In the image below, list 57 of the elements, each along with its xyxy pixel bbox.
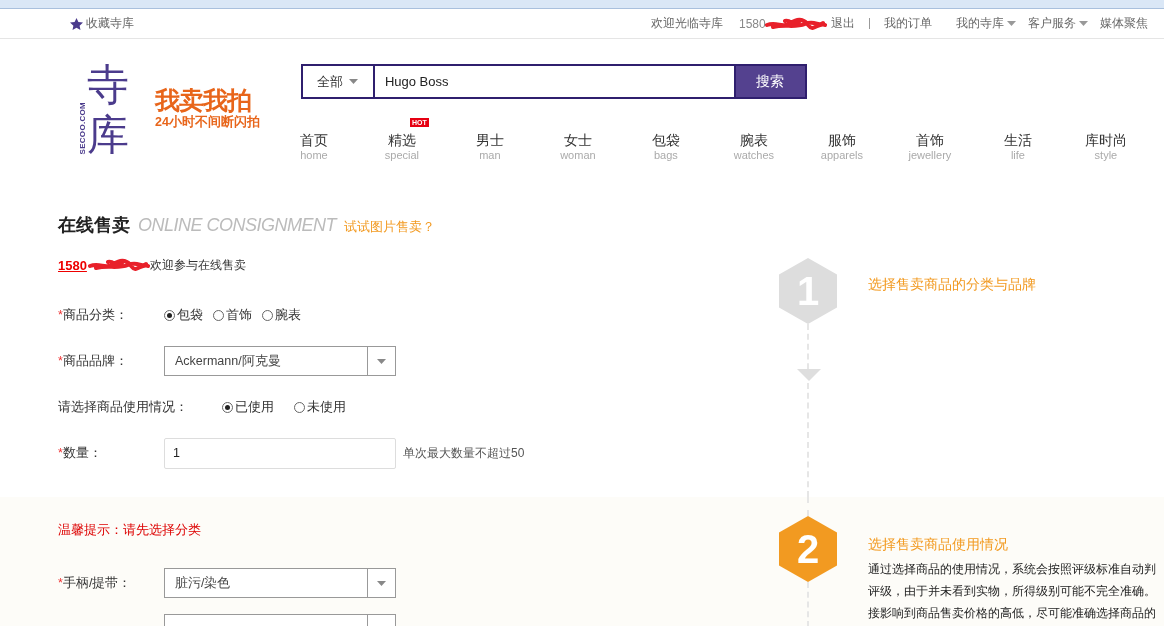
top-link[interactable]: 我的寺库	[956, 15, 1016, 32]
nav-item[interactable]: 男士 man	[475, 131, 504, 161]
field-label: 请选择商品使用情况：	[58, 398, 188, 416]
redaction-scribble	[765, 16, 827, 31]
nav-item[interactable]: 服饰 apparels	[820, 131, 863, 161]
radio-option[interactable]: 首饰	[213, 306, 252, 324]
greeting-text: 欢迎参与在线售卖	[150, 256, 246, 274]
favorite-link[interactable]: 收藏寺库	[86, 15, 134, 32]
slogan-tagline: 24小时不间断闪拍	[155, 114, 260, 130]
radio-option[interactable]: 腕表	[262, 306, 301, 324]
step-title: 选择售卖商品使用情况	[868, 535, 1009, 553]
step-title: 选择售卖商品的分类与品牌	[868, 275, 1036, 293]
nav-item[interactable]: 包袋 bags	[651, 131, 680, 161]
scope-dropdown[interactable]: 全部	[300, 64, 375, 99]
quantity-field[interactable]: 1	[164, 437, 396, 469]
select-dropdown[interactable]: 脏污/染色	[164, 568, 396, 598]
caret-icon	[349, 79, 359, 84]
top-link[interactable]: 我的订单	[884, 15, 932, 32]
field-note: 单次最大数量不超过50	[403, 444, 525, 462]
field-label: *商品分类：	[58, 306, 129, 324]
nav-item[interactable]: 生活 life	[1003, 131, 1032, 161]
step-number-badge: 2	[779, 516, 837, 582]
redaction-scribble	[88, 258, 150, 272]
top-link[interactable]: 媒体聚焦	[1100, 15, 1148, 32]
radio-option[interactable]: 未使用	[294, 398, 346, 416]
caret-icon	[1079, 21, 1088, 26]
nav-item[interactable]: 女士 woman	[560, 131, 596, 161]
user-name[interactable]: 1580	[739, 16, 766, 31]
caret-icon	[377, 580, 386, 586]
field-label: *商品品牌：	[58, 352, 129, 370]
nav-item[interactable]: 首饰 jewellery	[908, 131, 952, 161]
user-name[interactable]: 1580	[58, 257, 150, 273]
nav-item[interactable]: 精选 special	[384, 131, 420, 161]
step-description-line: 接影响到商品售卖价格的高低，尽可能准确选择商品的	[868, 605, 1156, 622]
search-button[interactable]: 搜索	[733, 64, 807, 99]
search-field[interactable]: Hugo Boss	[374, 64, 734, 99]
nav-item[interactable]: 库时尚 style	[1084, 131, 1127, 161]
radio-option[interactable]: 包袋	[164, 306, 203, 324]
nav-item[interactable]: 首页 home	[299, 131, 328, 161]
page-title: 在线售卖	[58, 214, 130, 237]
slogan-title: 我卖我拍	[155, 86, 252, 114]
field-label: *数量：	[58, 444, 103, 462]
field-label: *手柄/提带：	[58, 574, 133, 592]
step-description-line: 通过选择商品的使用情况，系统会按照评级标准自动判	[868, 561, 1156, 578]
top-link[interactable]: 客户服务	[1028, 15, 1088, 32]
top-link[interactable]: 退出	[831, 18, 870, 29]
select-dropdown[interactable]: Ackermann/阿克曼	[164, 346, 396, 376]
step-description-line: 评级，由于并未看到实物，所得级别可能不完全准确。	[868, 583, 1156, 600]
welcome-text: 欢迎光临寺库	[651, 15, 723, 32]
nav-item[interactable]: 腕表 watches	[733, 131, 775, 161]
caret-icon	[1007, 21, 1016, 26]
radio-option[interactable]: 已使用	[222, 398, 274, 416]
star-icon	[70, 17, 83, 30]
logo[interactable]: SECOO.COM 寺库	[78, 56, 129, 160]
page-subtitle: ONLINE CONSIGNMENT	[138, 215, 337, 236]
hint-text: 温馨提示：请先选择分类	[58, 522, 202, 539]
caret-icon	[377, 358, 386, 364]
